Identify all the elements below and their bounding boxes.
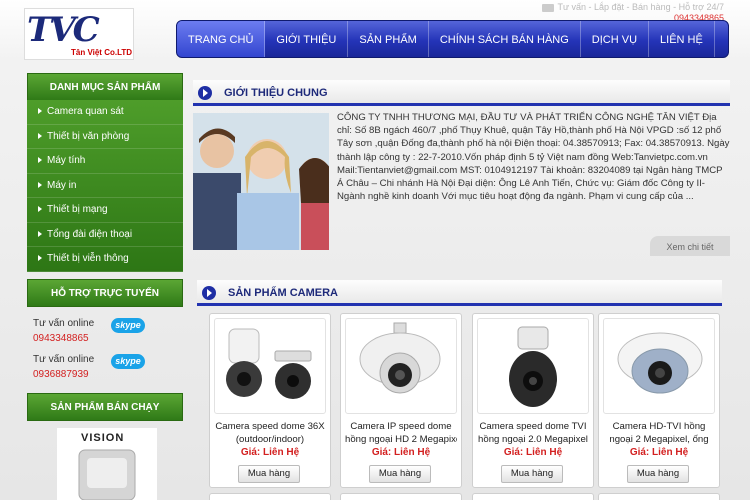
about-team-photo [193,113,329,250]
arrow-right-icon [38,181,42,188]
product-name-line: hồng ngoại HD 2 Megapixel [345,434,457,445]
top-info-bar: Tư vấn - Lắp đặt - Bán hàng - Hỗ trợ 24/… [542,2,724,23]
mail-icon [542,3,555,12]
category-item[interactable]: Máy tính [27,149,183,174]
arrow-right-icon [38,132,42,139]
support-label: Tư vấn online [33,354,95,365]
category-label: Thiết bị viễn thông [47,253,129,264]
skype-icon[interactable]: skype [111,318,145,333]
bullet-arrow-icon [202,286,216,300]
logo-mark: TVC [27,10,100,50]
product-price: Giá: Liên Hệ [629,447,689,458]
team-photo-illustration [193,113,329,250]
nav-contact[interactable]: LIÊN HỆ [649,21,715,57]
product-name[interactable]: Camera IP speed dome hồng ngoại HD 2 Mega… [345,420,457,446]
product-name-line: (outdoor/indoor) [235,434,305,445]
about-description: CÔNG TY TNHH THƯƠNG MẠI, ĐẦU TƯ VÀ PHÁT … [337,112,730,203]
product-price: Giá: Liên Hệ [371,447,431,458]
arrow-right-icon [38,206,42,213]
product-name-line: Camera speed dome TVI [479,421,587,432]
logo-company-name: Tân Việt Co.LTD [71,48,133,57]
support-entry: Tư vấn online 0936887939 skype [33,354,178,388]
service-text: Tư vấn - Lắp đặt - Bán hàng - Hỗ trợ 24/… [557,2,724,12]
product-price: Giá: Liên Hệ [240,447,300,458]
category-list: Camera quan sát Thiết bị văn phòng Máy t… [27,100,183,272]
product-name[interactable]: Camera speed dome TVI hồng ngoại 2.0 Mega… [477,420,589,446]
categories-heading: DANH MỤC SẢN PHẨM [27,73,183,101]
category-item[interactable]: Thiết bị viễn thông [27,247,183,272]
nav-about[interactable]: GIỚI THIỆU [265,21,349,57]
support-label: Tư vấn online [33,318,95,329]
support-entry: Tư vấn online 0943348865 skype [33,318,178,352]
product-card: Camera HD-TVI hồng ngoại 2 Megapixel, ống… [598,313,720,488]
skype-icon[interactable]: skype [111,354,145,369]
product-card: Camera speed dome 36X (outdoor/indoor) Gi… [209,313,331,488]
next-product-card [598,493,720,500]
camera-heading-bar: SẢN PHẨM CAMERA [197,280,722,306]
product-name-line: hồng ngoại 2.0 Megapixel [478,434,588,445]
arrow-right-icon [38,255,42,262]
next-product-card [340,493,462,500]
category-label: Máy tính [47,155,86,166]
about-title: GIỚI THIỆU CHUNG [224,87,328,99]
bestseller-product-image[interactable]: VISION [57,428,157,500]
nav-sales-policy[interactable]: CHÍNH SÁCH BÁN HÀNG [429,21,581,57]
next-product-card [472,493,594,500]
speed-dome-camera-image [226,328,312,399]
category-label: Tổng đài điện thoại [47,228,133,240]
buy-button[interactable]: Mua hàng [369,465,431,483]
online-support: Tư vấn online 0943348865 skype Tư vấn on… [27,308,183,384]
tvi-speed-dome-camera-image [509,326,557,407]
buy-button[interactable]: Mua hàng [501,465,563,483]
hd-tvi-dome-camera-image [617,332,703,394]
nav-products[interactable]: SẢN PHẨM [348,21,429,57]
arrow-right-icon [38,230,42,237]
support-phone: 0936887939 [33,369,89,380]
category-item[interactable]: Thiết bị mạng [27,198,183,223]
product-name-line: Camera speed dome 36X [215,421,325,432]
buy-button[interactable]: Mua hàng [627,465,689,483]
category-label: Máy in [47,179,77,191]
product-name-line: ngoại 2 Megapixel, ống [609,434,709,445]
nav-services[interactable]: DỊCH VỤ [581,21,650,57]
about-heading-bar: GIỚI THIỆU CHUNG [193,80,730,106]
arrow-right-icon [38,108,42,115]
category-item[interactable]: Camera quan sát [27,100,183,125]
category-label: Thiết bị mạng [47,204,108,215]
product-name-line: Camera IP speed dome [350,421,452,432]
product-card: Camera speed dome TVI hồng ngoại 2.0 Mega… [472,313,594,488]
nav-home[interactable]: TRANG CHỦ [177,21,266,57]
support-heading: HỖ TRỢ TRỰC TUYẾN [27,279,183,307]
support-phone: 0943348865 [33,333,89,344]
camera-section-title: SẢN PHẨM CAMERA [228,287,338,299]
product-image[interactable] [214,318,326,414]
category-label: Thiết bị văn phòng [47,130,130,142]
product-name[interactable]: Camera speed dome 36X (outdoor/indoor) [214,420,326,446]
bullet-arrow-icon [198,86,212,100]
main-navigation: TRANG CHỦ GIỚI THIỆU SẢN PHẨM CHÍNH SÁCH… [176,20,729,58]
category-item[interactable]: Tổng đài điện thoại [27,223,183,247]
product-image[interactable] [345,318,457,414]
category-label: Camera quan sát [47,106,124,117]
product-image[interactable] [603,318,715,414]
ip-speed-dome-camera-image [359,322,441,394]
buy-button[interactable]: Mua hàng [238,465,300,483]
next-product-card [209,493,331,500]
company-logo[interactable]: TVC Tân Việt Co.LTD [24,8,134,60]
camera-dome-image [78,449,136,500]
read-more-link[interactable]: Xem chi tiết [650,236,730,256]
bestseller-heading: SẢN PHẨM BÁN CHẠY [27,393,183,421]
category-item[interactable]: Máy in [27,174,183,198]
product-name-line: Camera HD-TVI hồng [612,421,706,432]
arrow-right-icon [38,157,42,164]
product-price: Giá: Liên Hệ [503,447,563,458]
product-card: Camera IP speed dome hồng ngoại HD 2 Mega… [340,313,462,488]
product-image[interactable] [477,318,589,414]
category-item[interactable]: Thiết bị văn phòng [27,125,183,149]
product-name[interactable]: Camera HD-TVI hồng ngoại 2 Megapixel, ống [603,420,715,446]
